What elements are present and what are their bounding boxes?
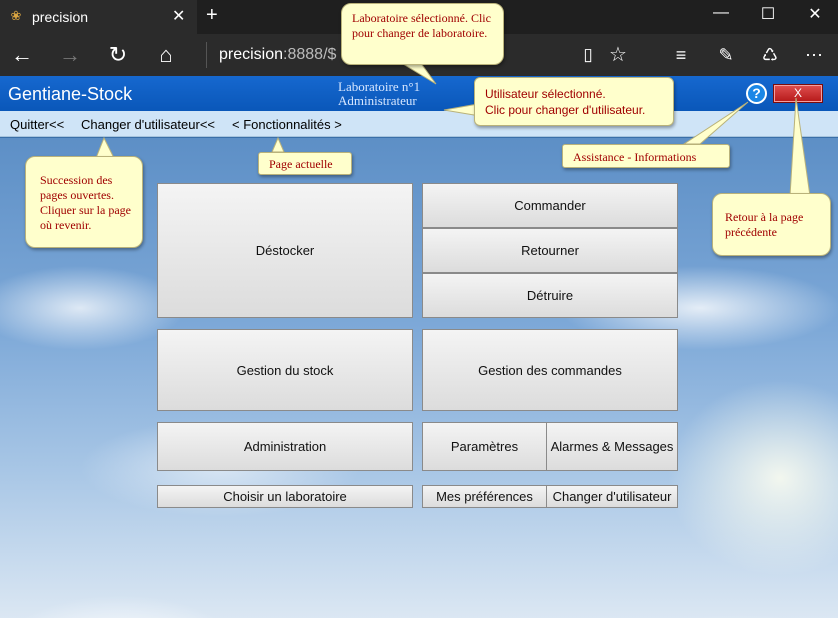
user-callout-line-2: Clic pour changer d'utilisateur. (485, 103, 646, 117)
current-page-callout: Page actuelle (258, 152, 352, 175)
history-callout: Succession des pages ouvertes. Cliquer s… (25, 156, 143, 248)
assistance-callout-pointer (682, 101, 749, 145)
user-callout-line-1: Utilisateur sélectionné. (485, 87, 606, 101)
assistance-callout: Assistance - Informations (562, 144, 730, 168)
lab-selected-callout: Laboratoire sélectionné. Clic pour chang… (341, 3, 504, 65)
page-callout-pointer (271, 136, 285, 153)
user-selected-callout: Utilisateur sélectionné. Clic pour chang… (474, 77, 674, 126)
callout-pointers (95, 61, 811, 197)
back-callout-pointer (789, 97, 811, 197)
history-callout-pointer (95, 136, 115, 159)
back-callout: Retour à la page précédente (712, 193, 831, 256)
lab-callout-pointer (398, 61, 437, 85)
